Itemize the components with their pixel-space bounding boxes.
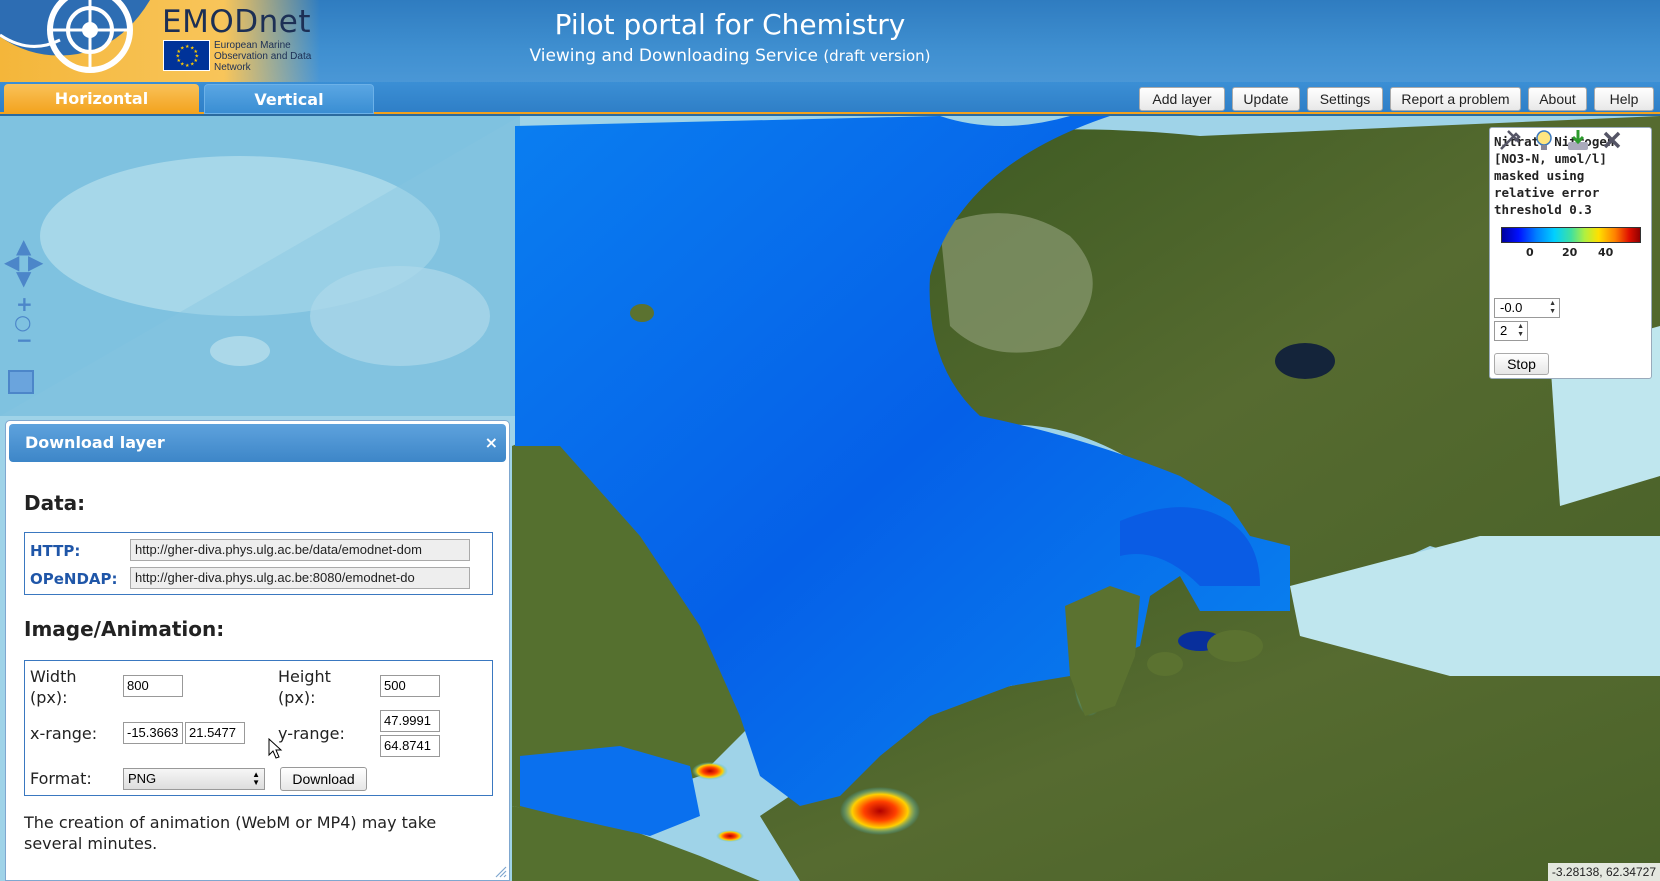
page-title: Pilot portal for Chemistry <box>554 8 906 41</box>
xrange-max-input[interactable]: 21.5477 <box>185 722 245 744</box>
colorbar-tick: 40 <box>1598 246 1614 259</box>
info-bulb-icon[interactable] <box>1532 128 1556 152</box>
add-layer-button[interactable]: Add layer <box>1139 87 1225 111</box>
download-icon[interactable] <box>1566 128 1590 152</box>
about-button[interactable]: About <box>1528 87 1587 111</box>
select-arrows-icon: ▲ ▼ <box>252 770 260 787</box>
animation-note: The creation of animation (WebM or MP4) … <box>24 813 437 853</box>
layer-switcher-icon[interactable] <box>8 370 34 394</box>
step-spinner[interactable]: 2 ▲ ▼ <box>1494 321 1528 341</box>
settings-button[interactable]: Settings <box>1307 87 1383 111</box>
resize-grip-icon[interactable] <box>495 866 507 878</box>
update-button[interactable]: Update <box>1232 87 1300 111</box>
format-value: PNG <box>128 771 157 786</box>
width-label: Width (px): <box>30 667 77 707</box>
height-input[interactable]: 500 <box>380 675 440 697</box>
xrange-min-input[interactable]: -15.3663 <box>123 722 183 744</box>
pan-down-icon[interactable]: ▼ <box>16 268 31 288</box>
spinner-arrows-icon[interactable]: ▲ ▼ <box>1517 323 1524 339</box>
yrange-max-input[interactable]: 64.8741 <box>380 735 440 757</box>
subtitle-text: Viewing and Downloading Service <box>529 46 818 66</box>
remove-layer-icon[interactable] <box>1600 128 1624 152</box>
tab-vertical-section[interactable]: Vertical Section <box>204 84 374 139</box>
data-links-box: HTTP: http://gher-diva.phys.ulg.ac.be/da… <box>24 532 493 595</box>
image-settings-box: Width (px): 800 Height (px): 500 x-range… <box>24 660 493 796</box>
report-problem-button[interactable]: Report a problem <box>1390 87 1521 111</box>
colorbar-tick: 0 <box>1526 246 1534 259</box>
format-select[interactable]: PNG ▲ ▼ <box>123 768 265 790</box>
image-heading: Image/Animation: <box>24 617 225 641</box>
format-label: Format: <box>30 769 92 788</box>
app-window: EMODnet ★ ★ ★ ★ ★ ★ ★ ★ ★ ★ ★ ★ European Marine O… <box>0 0 1660 881</box>
data-heading: Data: <box>24 491 86 515</box>
zoom-out-icon[interactable]: − <box>16 330 33 350</box>
layer-legend-panel: Nitrate Nitrogen [NO3-N, umol/l] masked … <box>1489 127 1652 379</box>
spinner-arrows-icon[interactable]: ▲ ▼ <box>1549 300 1556 316</box>
http-url-field[interactable]: http://gher-diva.phys.ulg.ac.be/data/emo… <box>130 539 470 561</box>
yrange-min-input[interactable]: 47.9991 <box>380 710 440 732</box>
header-banner: EMODnet ★ ★ ★ ★ ★ ★ ★ ★ ★ ★ ★ ★ European Marine O… <box>0 0 1660 82</box>
help-button[interactable]: Help <box>1594 87 1654 111</box>
draft-note: (draft version) <box>823 47 931 65</box>
colorbar <box>1501 227 1641 243</box>
http-label: HTTP: <box>30 542 81 560</box>
dialog-header[interactable]: Download layer × <box>9 424 506 462</box>
width-input[interactable]: 800 <box>123 675 183 697</box>
opendap-label: OPeNDAP: <box>30 570 118 588</box>
tab-horizontal-section[interactable]: Horizontal Section <box>4 84 199 138</box>
download-layer-dialog: Download layer × Data: HTTP: http://gher… <box>5 420 510 881</box>
depth-spinner[interactable]: -0.0 ▲ ▼ <box>1494 298 1560 318</box>
xrange-label: x-range: <box>30 724 98 743</box>
close-icon[interactable]: × <box>485 433 498 452</box>
colorbar-tick: 20 <box>1562 246 1578 259</box>
dialog-title: Download layer <box>25 433 165 452</box>
yrange-label: y-range: <box>278 724 345 743</box>
tab-bar: Horizontal Section Vertical Section Add … <box>0 82 1660 139</box>
download-button[interactable]: Download <box>280 767 367 791</box>
cursor-coordinates: -3.28138, 62.34727 <box>1547 863 1660 881</box>
height-label: Height (px): <box>278 667 331 707</box>
step-value: 2 <box>1500 323 1508 338</box>
mouse-cursor-icon <box>268 738 283 759</box>
tools-icon[interactable] <box>1498 128 1522 152</box>
page-subtitle: Viewing and Downloading Service (draft v… <box>0 46 1460 66</box>
opendap-url-field[interactable]: http://gher-diva.phys.ulg.ac.be:8080/emo… <box>130 567 470 589</box>
stop-button[interactable]: Stop <box>1494 353 1549 375</box>
depth-value: -0.0 <box>1500 300 1523 315</box>
